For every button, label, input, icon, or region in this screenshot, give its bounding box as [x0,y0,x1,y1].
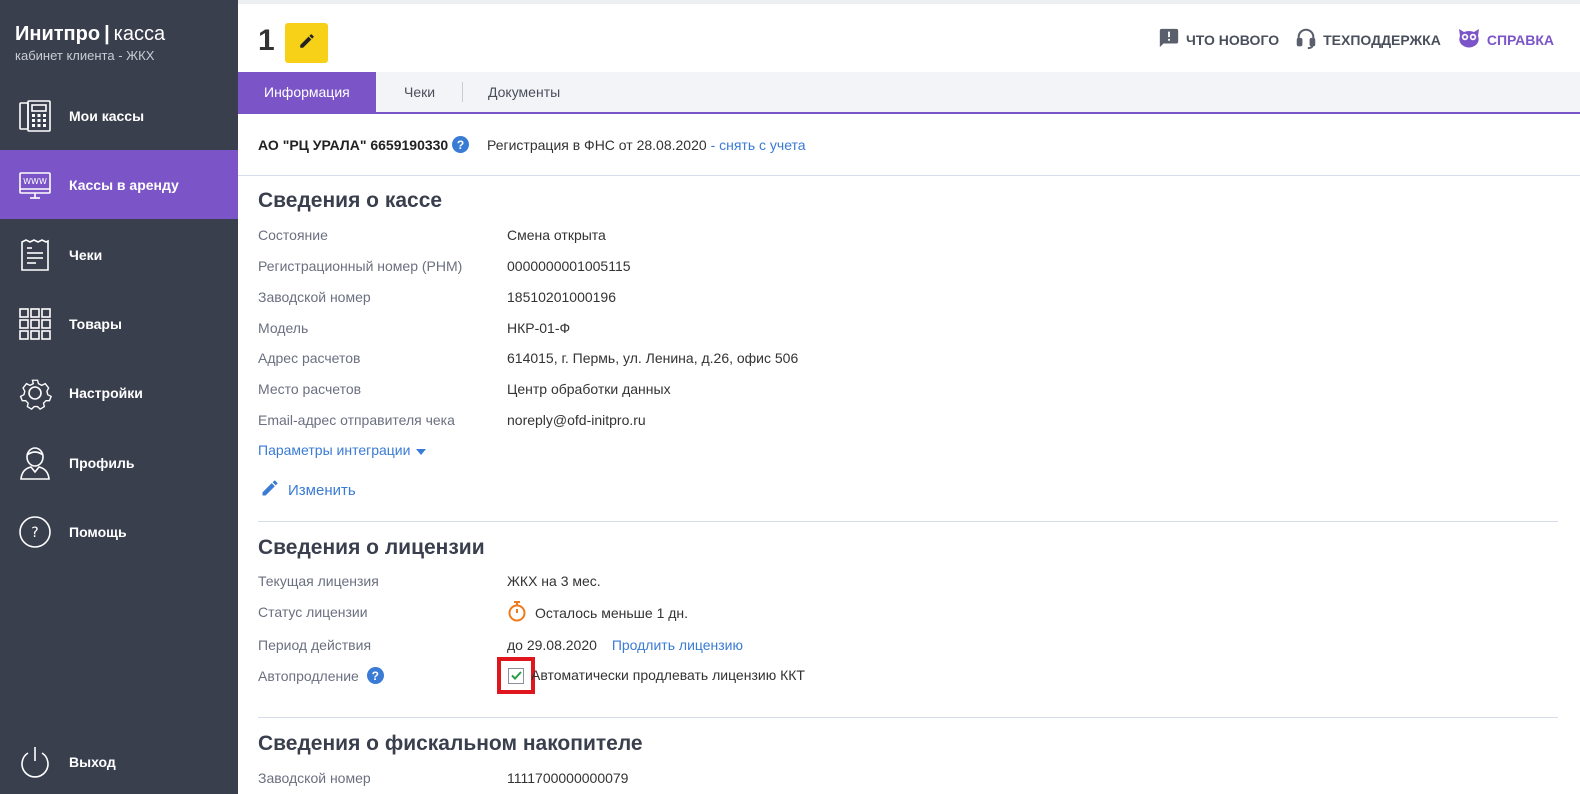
organization-bar: АО "РЦ УРАЛА" 6659190330 ? Регистрация в… [238,114,1580,176]
license-status: Осталось меньше 1 дн. [507,600,688,625]
message-alert-icon [1158,27,1180,52]
kassa-number: 1 [258,24,275,57]
renew-license-link[interactable]: Продлить лицензию [612,637,743,653]
address-value: 614015, г. Пермь, ул. Ленина, д.26, офис… [507,350,799,366]
sidebar-item-my-kassy[interactable]: Мои кассы [0,81,238,150]
brand-title: Инитпро | касса [15,23,166,45]
model-label: Модель [258,320,309,336]
help-label: СПРАВКА [1486,31,1554,48]
grid-icon [17,306,53,342]
question-icon[interactable]: ? [452,136,469,153]
www-monitor-icon: WWW [17,167,53,203]
svg-text:WWW: WWW [23,177,47,186]
autorenew-checkbox[interactable] [508,667,524,685]
license-status-value: Осталось меньше 1 дн. [535,604,689,621]
fiscal-info-title: Сведения о фискальном накопителе [258,732,643,755]
pencil-icon [260,478,280,502]
whats-new-label: ЧТО НОВОГО [1185,31,1280,48]
kassa-info-title: Сведения о кассе [258,189,443,212]
section-divider [258,717,1558,718]
registration-text: Регистрация в ФНС от 28.08.2020 [487,137,707,153]
user-icon [17,445,53,481]
brand-subtitle: кабинет клиента - ЖКХ [15,48,155,63]
rnm-label: Регистрационный номер (РНМ) [258,258,463,274]
organization-name: АО "РЦ УРАЛА" 6659190330 [258,137,449,153]
place-label: Место расчетов [258,381,362,397]
sidebar-item-label: Мои кассы [69,107,145,124]
sidebar-item-label: Чеки [69,246,103,263]
timer-icon [507,600,527,625]
headset-icon [1295,26,1317,53]
state-value: Смена открыта [507,227,606,243]
tabs-bar: Информация Чеки Документы [238,72,1580,114]
email-value: noreply@ofd-initpro.ru [507,412,646,428]
sidebar-item-label: Профиль [69,454,135,471]
owl-icon [1457,27,1481,52]
state-label: Состояние [258,227,328,243]
autorenew-checkbox-label[interactable]: Автоматически продлевать лицензию ККТ [531,667,805,683]
sidebar-item-label: Настройки [69,384,143,401]
serial-label: Заводской номер [258,289,371,305]
sidebar-item-tovary[interactable]: Товары [0,289,238,358]
section-divider [258,521,1558,522]
header-links: ЧТО НОВОГО ТЕХПОДДЕРЖКА СПРАВКА [1158,26,1554,53]
sidebar: Инитпро | касса кабинет клиента - ЖКХ Мои … [0,0,238,794]
edit-kassa-link[interactable]: Изменить [260,478,356,502]
sidebar-item-label: Помощь [69,523,127,540]
integration-params-toggle[interactable]: Параметры интеграции [258,442,427,458]
support-link[interactable]: ТЕХПОДДЕРЖКА [1295,26,1441,53]
edit-label: Изменить [288,481,356,499]
period-date: до 29.08.2020 [507,637,597,653]
serial-value: 18510201000196 [507,289,617,305]
gear-icon [17,375,53,411]
checkmark-icon [510,667,522,685]
license-info-title: Сведения о лицензии [258,536,485,559]
sidebar-item-rent-kassy[interactable]: WWW Кассы в аренду [0,150,238,219]
highlight-box [497,657,535,694]
logout-label: Выход [69,753,116,770]
pencil-icon [298,32,316,55]
sidebar-item-label: Товары [69,315,122,332]
support-label: ТЕХПОДДЕРЖКА [1323,31,1441,48]
current-license-label: Текущая лицензия [258,573,379,589]
help-link[interactable]: СПРАВКА [1457,27,1554,52]
license-status-label: Статус лицензии [258,604,368,620]
logout-button[interactable]: Выход [0,727,238,794]
cash-register-icon [17,98,53,134]
svg-text:?: ? [31,525,38,541]
fn-serial-value: 1111700000000079 [507,770,629,786]
place-value: Центр обработки данных [507,381,671,397]
address-label: Адрес расчетов [258,350,361,366]
sidebar-item-cheki[interactable]: Чеки [0,220,238,289]
sidebar-item-settings[interactable]: Настройки [0,358,238,427]
help-circle-icon: ? [17,514,53,550]
integration-params-label: Параметры интеграции [258,442,411,458]
sidebar-item-help[interactable]: ? Помощь [0,497,238,566]
sidebar-item-label: Кассы в аренду [69,176,179,193]
autorenew-label-wrap: Автопродление ? [258,667,384,684]
brand-logo[interactable]: Инитпро | касса кабинет клиента - ЖКХ [15,22,165,63]
tab-info[interactable]: Информация [238,72,376,112]
period-value: до 29.08.2020 Продлить лицензию [507,637,743,653]
tab-cheki[interactable]: Чеки [404,72,435,112]
email-label: Email-адрес отправителя чека [258,412,455,428]
model-value: НКР-01-Ф [507,320,571,336]
power-icon [17,744,53,780]
rnm-value: 0000000001005115 [507,258,631,274]
receipt-icon [17,237,53,273]
sidebar-item-profile[interactable]: Профиль [0,428,238,497]
caret-down-icon [416,442,427,458]
edit-kassa-button[interactable] [285,23,328,63]
fn-serial-label: Заводской номер [258,770,371,786]
current-license-value: ЖКХ на 3 мес. [507,573,601,589]
registration-info: Регистрация в ФНС от 28.08.2020 - снять … [487,137,806,153]
header: 1 ЧТО НОВОГО ТЕХПОДДЕРЖКА СПРАВКА [238,0,1580,72]
unregister-link[interactable]: - снять с учета [711,137,806,153]
tab-divider [462,82,463,102]
autorenew-label: Автопродление [258,667,359,684]
tab-documents[interactable]: Документы [488,72,560,112]
period-label: Период действия [258,637,372,653]
question-icon[interactable]: ? [366,667,384,684]
whats-new-link[interactable]: ЧТО НОВОГО [1158,27,1279,52]
